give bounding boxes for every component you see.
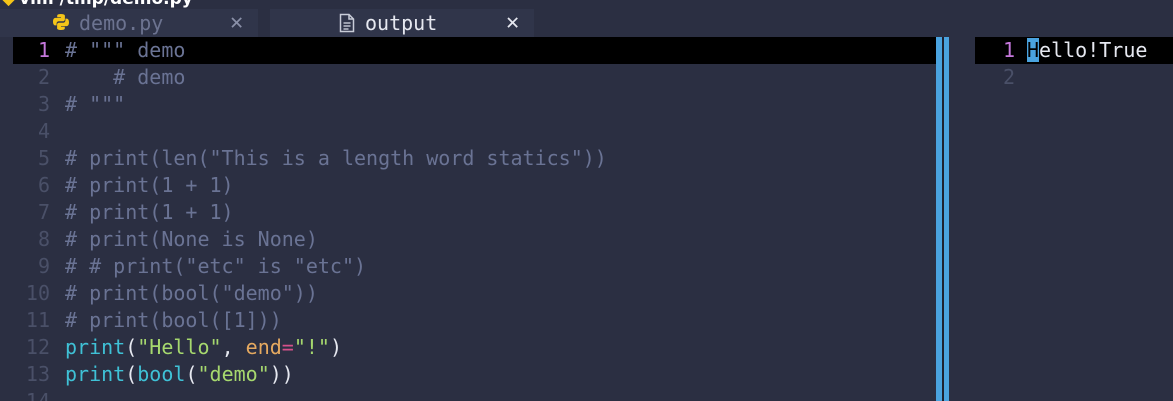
output-rest: ello!True [1039,38,1148,62]
code-token: # print(1 + 1) [65,173,234,197]
code-line[interactable]: 4 [0,118,936,145]
code-text: # # print("etc" is "etc") [65,253,366,280]
line-number: 10 [25,281,50,305]
text-cursor: H [1027,38,1040,62]
line-number: 1 [37,38,50,62]
code-text: # print(bool("demo")) [65,280,318,307]
code-line[interactable]: 12 print("Hello", end="!") [0,334,936,361]
line-number: 2 [1002,65,1015,89]
python-icon: ◆ [2,0,15,9]
line-number: 6 [37,173,50,197]
tab-label: output [365,11,438,35]
code-token: , [221,335,246,359]
code-line[interactable]: 1 # """ demo [13,37,936,64]
line-number: 3 [37,92,50,116]
editor-pane[interactable]: 1 # """ demo 2 # demo 3 # """ 4 5 # print(len("… [0,37,936,401]
code-line[interactable]: 7 # print(1 + 1) [0,199,936,226]
line-number: 12 [25,335,50,359]
code-line[interactable]: 14 [0,388,936,401]
code-token: # # print("etc" is "etc") [65,254,367,278]
output-line[interactable]: 1 Hello!True [975,37,1173,64]
code-token: # print(len("This is a length word stati… [65,146,607,170]
code-token: ( [185,362,198,386]
code-text: # """ [65,91,125,118]
code-text: # demo [65,64,185,91]
code-line[interactable]: 2 # demo [0,64,936,91]
line-number: 8 [37,227,50,251]
code-text: # print(1 + 1) [65,172,234,199]
window-path-bar: ◆ vim /tmp/demo.py [0,0,1173,9]
code-line[interactable]: 6 # print(1 + 1) [0,172,936,199]
line-number: 14 [25,389,50,401]
tab-demo-py[interactable]: demo.py ✕ [0,9,258,37]
code-token: # demo [65,65,186,89]
code-token: )) [269,362,294,386]
code-token: bool [137,362,186,386]
window-path: vim /tmp/demo.py [19,0,193,9]
code-line[interactable]: 11 # print(bool([1])) [0,307,936,334]
code-token: print [65,335,126,359]
code-line[interactable]: 5 # print(len("This is a length word stat… [0,145,936,172]
close-icon[interactable]: ✕ [506,9,519,37]
close-icon[interactable]: ✕ [230,9,243,37]
code-token: # print(bool([1])) [65,308,282,332]
code-text: # print(1 + 1) [65,199,234,226]
code-token: # """ [65,92,126,116]
code-token: ) [329,335,342,359]
code-line[interactable]: 8 # print(None is None) [0,226,936,253]
code-token: "!" [293,335,330,359]
line-number: 13 [25,362,50,386]
code-token: ( [125,335,138,359]
code-token: = [281,335,294,359]
line-number: 9 [37,254,50,278]
document-icon [339,13,355,33]
line-number: 1 [1002,38,1015,62]
code-text: # print(bool([1])) [65,307,282,334]
tab-output[interactable]: output ✕ [270,9,534,37]
code-token: print [65,362,126,386]
code-text: print(bool("demo")) [65,361,294,388]
tab-bar: demo.py ✕ output ✕ [0,9,1173,37]
code-token: # """ demo [65,38,186,62]
tab-label: demo.py [79,11,164,35]
code-token: "demo" [197,362,270,386]
line-number: 5 [37,146,50,170]
code-line[interactable]: 13 print(bool("demo")) [0,361,936,388]
code-token: # print(1 + 1) [65,200,234,224]
code-text: # """ demo [65,37,185,64]
output-pane[interactable]: 1 Hello!True 2 [949,37,1173,401]
code-token: # print(None is None) [65,227,318,251]
line-number: 7 [37,200,50,224]
code-line[interactable]: 9 # # print("etc" is "etc") [0,253,936,280]
code-text: print("Hello", end="!") [65,334,342,361]
output-line[interactable]: 2 [975,64,1173,91]
code-token: end [245,335,282,359]
line-number: 11 [25,308,50,332]
line-number: 4 [37,119,50,143]
code-token: "Hello" [137,335,222,359]
code-token: ( [125,362,138,386]
code-text: # print(None is None) [65,226,318,253]
code-token: # print(bool("demo")) [65,281,318,305]
code-line[interactable]: 10 # print(bool("demo")) [0,280,936,307]
code-line[interactable]: 3 # """ [0,91,936,118]
line-number: 2 [37,65,50,89]
output-text: Hello!True [1027,37,1147,64]
python-icon [53,14,69,30]
code-text: # print(len("This is a length word stati… [65,145,607,172]
